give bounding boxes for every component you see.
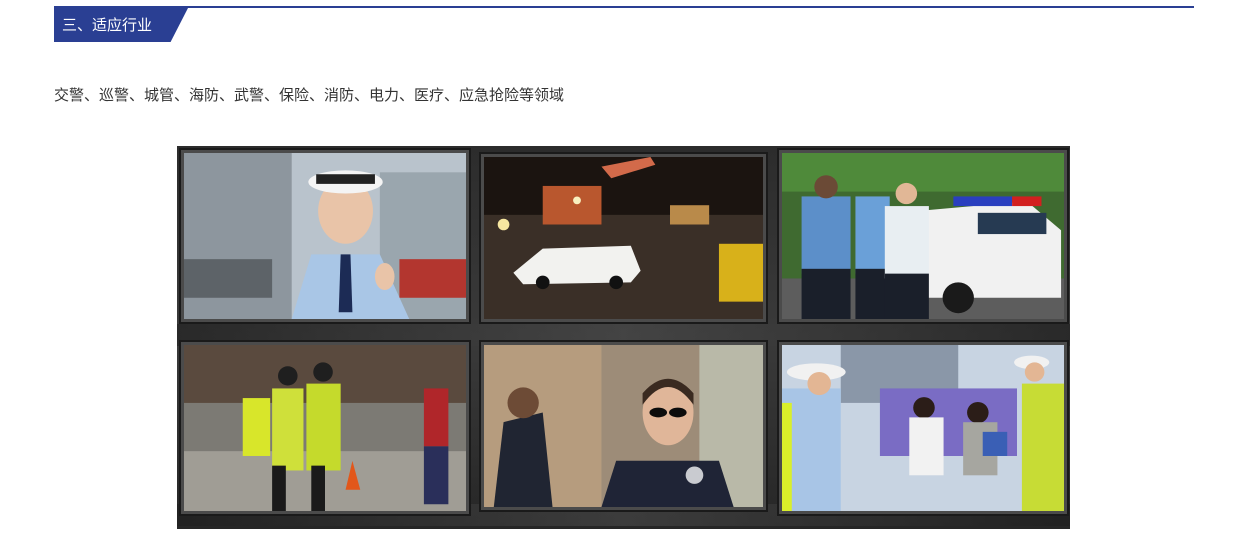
video-wall-image (177, 146, 1070, 529)
traffic-police-public-event-screen (779, 342, 1067, 514)
section-title-tag: 三、适应行业 (54, 8, 188, 42)
section-top-rule (54, 6, 1194, 8)
street-patrol-officers-screen (181, 342, 469, 514)
traffic-police-woman-screen (181, 150, 469, 322)
security-guard-sunglasses-screen (481, 342, 766, 510)
night-accident-scene-screen (481, 154, 766, 322)
police-officers-car-screen (779, 150, 1067, 322)
industries-description: 交警、巡警、城管、海防、武警、保险、消防、电力、医疗、应急抢险等领域 (54, 86, 565, 104)
